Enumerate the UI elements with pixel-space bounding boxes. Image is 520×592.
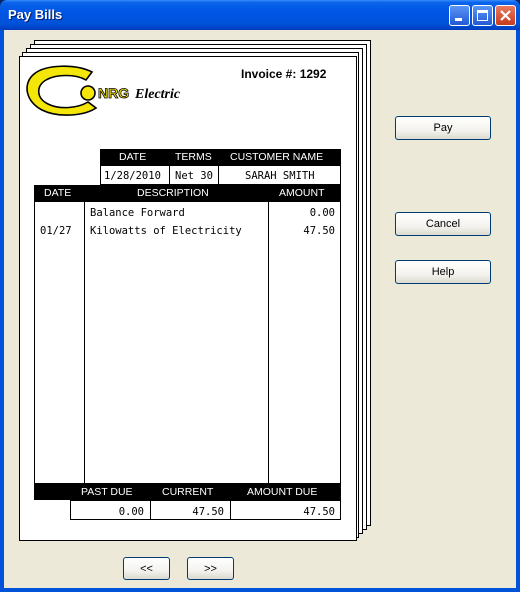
divider [150, 500, 151, 520]
close-button[interactable] [495, 5, 516, 26]
totals-header: PAST DUE CURRENT AMOUNT DUE [34, 484, 341, 500]
invoice-terms: Net 30 [175, 170, 213, 182]
date-header: DATE [119, 151, 147, 163]
divider [218, 165, 219, 185]
row-amount: 47.50 [303, 225, 335, 237]
divider [84, 201, 85, 484]
row-description: Balance Forward [90, 207, 185, 219]
invoice-info-row: 1/28/2010 Net 30 SARAH SMITH [100, 165, 341, 185]
invoice-date: 1/28/2010 [104, 170, 161, 182]
maximize-button[interactable] [472, 5, 493, 26]
title-bar[interactable]: Pay Bills [0, 0, 520, 30]
invoice-number: Invoice #: 1292 [241, 67, 327, 81]
row-description: Kilowatts of Electricity [90, 225, 242, 237]
next-page-button[interactable]: >> [187, 557, 234, 580]
past-due-value: 0.00 [118, 506, 144, 518]
past-due-header: PAST DUE [81, 486, 133, 498]
maximize-icon [477, 10, 488, 21]
svg-text:Electric: Electric [134, 87, 181, 102]
pay-button[interactable]: Pay [395, 116, 491, 140]
help-button[interactable]: Help [395, 260, 491, 284]
row-date: 01/27 [40, 225, 72, 237]
terms-header: TERMS [175, 151, 212, 163]
customer-name-header: CUSTOMER NAME [230, 151, 324, 163]
divider [268, 201, 269, 484]
window-title: Pay Bills [8, 7, 63, 22]
totals-row: 0.00 47.50 47.50 [70, 500, 341, 520]
line-items-body [34, 201, 341, 484]
row-amount: 0.00 [309, 207, 335, 219]
minimize-icon [455, 18, 462, 21]
nrg-electric-logo: NRG Electric [26, 65, 181, 116]
column-header-date: DATE [44, 187, 72, 199]
column-header-amount: AMOUNT [279, 187, 325, 199]
minimize-button[interactable] [449, 5, 470, 26]
amount-due-header: AMOUNT DUE [247, 486, 318, 498]
previous-page-button[interactable]: << [123, 557, 170, 580]
amount-due-value: 47.50 [303, 506, 335, 518]
close-icon [500, 10, 511, 21]
cancel-button[interactable]: Cancel [395, 212, 491, 236]
divider [230, 500, 231, 520]
column-header-description: DESCRIPTION [137, 187, 209, 199]
window-frame-right [516, 30, 520, 592]
current-value: 47.50 [192, 506, 224, 518]
invoice-info-header: DATE TERMS CUSTOMER NAME [100, 149, 341, 165]
svg-text:NRG: NRG [98, 85, 129, 101]
current-header: CURRENT [162, 486, 214, 498]
line-items-header: DATE DESCRIPTION AMOUNT [34, 185, 341, 201]
divider [169, 165, 170, 185]
window-frame-bottom [0, 588, 520, 592]
customer-name: SARAH SMITH [245, 170, 315, 182]
